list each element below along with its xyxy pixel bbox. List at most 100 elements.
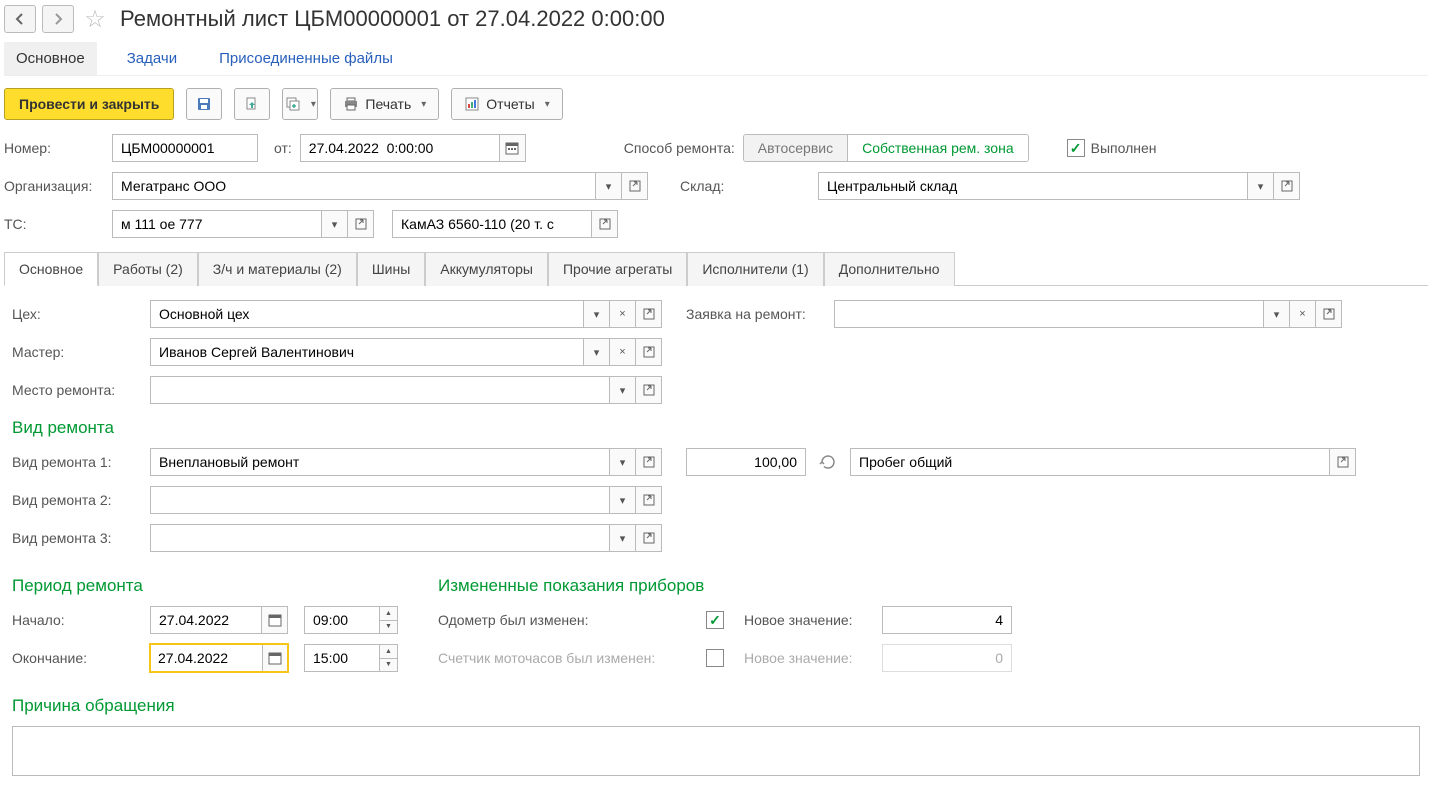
place-label: Место ремонта: (12, 382, 142, 398)
calendar-icon (504, 140, 520, 156)
forward-button[interactable] (42, 5, 74, 33)
open-button[interactable] (636, 376, 662, 404)
dropdown-button[interactable]: ▾ (584, 338, 610, 366)
subtab-works[interactable]: Работы (2) (98, 252, 198, 286)
place-input[interactable] (150, 376, 610, 404)
dropdown-button[interactable]: ▾ (322, 210, 348, 238)
clear-button[interactable]: × (610, 338, 636, 366)
seg-own-zone[interactable]: Собственная рем. зона (848, 135, 1028, 161)
refresh-button[interactable] (814, 448, 842, 476)
printer-icon (343, 96, 359, 112)
refresh-icon (819, 453, 837, 471)
subtab-tires[interactable]: Шины (357, 252, 425, 286)
reason-textarea[interactable] (12, 726, 1420, 776)
calendar-button[interactable] (500, 134, 526, 162)
tab-tasks[interactable]: Задачи (115, 42, 189, 75)
reading-value-input[interactable] (686, 448, 806, 476)
meters-title: Измененные показания приборов (438, 576, 1012, 596)
spin-up-icon[interactable]: ▲ (380, 607, 397, 621)
dropdown-button[interactable]: ▾ (610, 486, 636, 514)
back-button[interactable] (4, 5, 36, 33)
post-button[interactable] (234, 88, 270, 120)
open-button[interactable] (1330, 448, 1356, 476)
favorite-star-icon[interactable]: ☆ (80, 4, 110, 34)
dropdown-button[interactable]: ▾ (610, 376, 636, 404)
submit-close-button[interactable]: Провести и закрыть (4, 88, 174, 120)
top-tabs: Основное Задачи Присоединенные файлы (4, 42, 1428, 76)
dropdown-button[interactable]: ▾ (610, 448, 636, 476)
org-label: Организация: (4, 178, 104, 194)
ts-input[interactable] (112, 210, 322, 238)
open-button[interactable] (1316, 300, 1342, 328)
end-label: Окончание: (12, 650, 142, 666)
number-input[interactable] (112, 134, 258, 162)
copy-button[interactable]: ▾ (282, 88, 318, 120)
repair-method-toggle: Автосервис Собственная рем. зона (743, 134, 1029, 162)
toolbar: Провести и закрыть ▾ Печать ▾ Отчеты ▾ (4, 88, 1428, 120)
end-time-spinner[interactable]: ▲ ▼ (380, 644, 398, 672)
open-button[interactable] (622, 172, 648, 200)
open-button[interactable] (592, 210, 618, 238)
end-time-input[interactable] (304, 644, 380, 672)
subtab-extra[interactable]: Дополнительно (824, 252, 955, 286)
open-button[interactable] (636, 338, 662, 366)
open-button[interactable] (348, 210, 374, 238)
arrow-right-icon (50, 11, 66, 27)
subtab-parts[interactable]: З/ч и материалы (2) (198, 252, 357, 286)
open-button[interactable] (636, 524, 662, 552)
done-checkbox[interactable]: ✓ (1067, 139, 1085, 157)
request-input[interactable] (834, 300, 1264, 328)
document-arrow-icon (244, 96, 260, 112)
open-button[interactable] (636, 300, 662, 328)
dropdown-button[interactable]: ▾ (1248, 172, 1274, 200)
tab-main[interactable]: Основное (4, 42, 97, 75)
spin-down-icon[interactable]: ▼ (380, 659, 397, 672)
dropdown-button[interactable]: ▾ (596, 172, 622, 200)
clear-button[interactable]: × (610, 300, 636, 328)
open-button[interactable] (636, 486, 662, 514)
dropdown-button[interactable]: ▾ (584, 300, 610, 328)
reading-type-input[interactable] (850, 448, 1330, 476)
open-icon (641, 344, 657, 360)
print-button[interactable]: Печать ▾ (330, 88, 439, 120)
date-input[interactable] (300, 134, 500, 162)
end-date-input[interactable] (150, 644, 262, 672)
start-time-spinner[interactable]: ▲ ▼ (380, 606, 398, 634)
page-title: Ремонтный лист ЦБМ00000001 от 27.04.2022… (120, 6, 665, 32)
calendar-button[interactable] (262, 606, 288, 634)
repair-type2-input[interactable] (150, 486, 610, 514)
header-nav: ☆ Ремонтный лист ЦБМ00000001 от 27.04.20… (4, 4, 1428, 34)
spin-up-icon[interactable]: ▲ (380, 645, 397, 659)
start-time-input[interactable] (304, 606, 380, 634)
subtab-other[interactable]: Прочие агрегаты (548, 252, 687, 286)
dropdown-button[interactable]: ▾ (610, 524, 636, 552)
open-button[interactable] (1274, 172, 1300, 200)
subtab-workers[interactable]: Исполнители (1) (687, 252, 823, 286)
odo-new-input[interactable] (882, 606, 1012, 634)
spin-down-icon[interactable]: ▼ (380, 621, 397, 634)
calendar-button[interactable] (262, 644, 288, 672)
open-icon (1335, 454, 1351, 470)
odo-checkbox[interactable]: ✓ (706, 611, 724, 629)
start-date-input[interactable] (150, 606, 262, 634)
seg-autoservice[interactable]: Автосервис (744, 135, 848, 161)
master-input[interactable] (150, 338, 584, 366)
subtab-batteries[interactable]: Аккумуляторы (425, 252, 548, 286)
tab-files[interactable]: Присоединенные файлы (207, 42, 405, 75)
clear-button[interactable]: × (1290, 300, 1316, 328)
moto-checkbox[interactable]: ✓ (706, 649, 724, 667)
save-button[interactable] (186, 88, 222, 120)
ts-model-input[interactable] (392, 210, 592, 238)
repair-type3-input[interactable] (150, 524, 610, 552)
open-button[interactable] (636, 448, 662, 476)
period-title: Период ремонта (12, 576, 398, 596)
repair-type1-input[interactable] (150, 448, 610, 476)
subtab-main[interactable]: Основное (4, 252, 98, 286)
dropdown-button[interactable]: ▾ (1264, 300, 1290, 328)
org-input[interactable] (112, 172, 596, 200)
warehouse-input[interactable] (818, 172, 1248, 200)
from-label: от: (274, 140, 292, 156)
workshop-input[interactable] (150, 300, 584, 328)
reports-button[interactable]: Отчеты ▾ (451, 88, 562, 120)
open-icon (353, 216, 369, 232)
